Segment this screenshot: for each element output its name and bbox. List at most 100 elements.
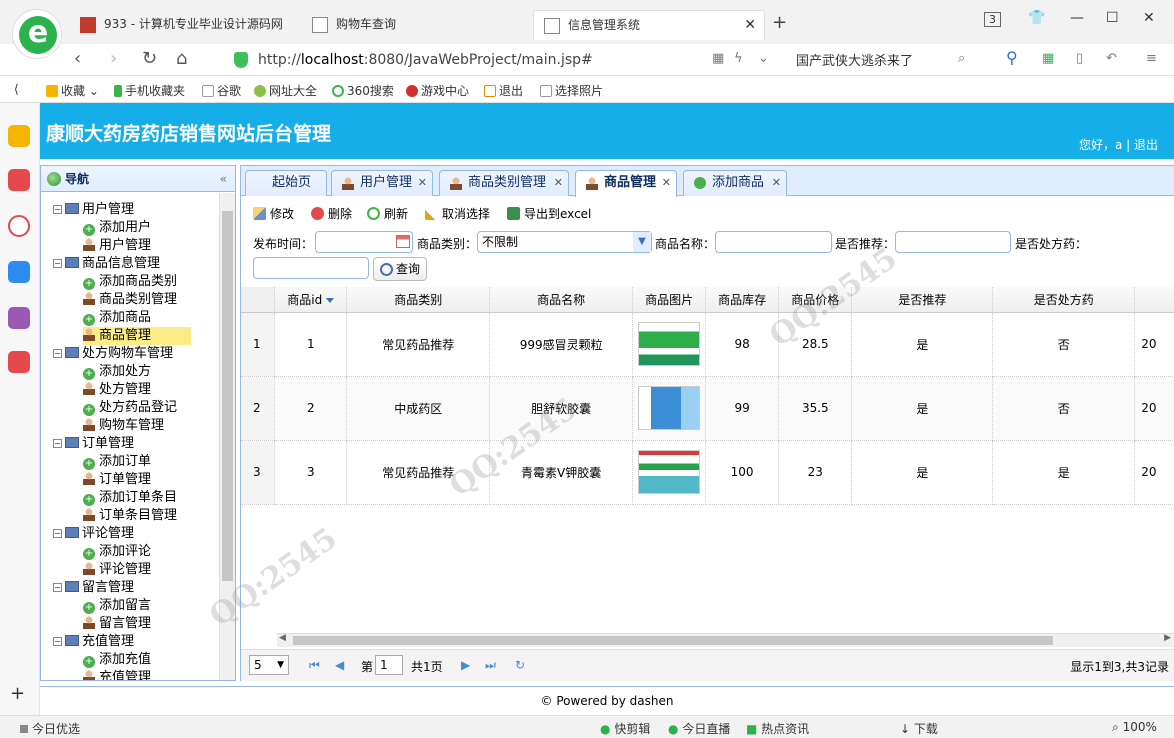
first-page-icon[interactable]: ⏮ [309, 658, 320, 673]
tree-leaf-node[interactable]: + 添加商品 [83, 309, 151, 327]
weibo-icon[interactable] [8, 215, 30, 237]
search-button[interactable]: 查询 [373, 257, 427, 281]
url-input[interactable]: http://localhost:8080/JavaWebProject/mai… [226, 47, 780, 73]
status-item[interactable]: ↓ 下载 [900, 720, 938, 737]
category-select[interactable]: 不限制 ▼ [477, 231, 652, 253]
column-header[interactable]: 商品id [274, 287, 348, 313]
column-header[interactable]: 商品名称 [489, 287, 634, 313]
last-page-icon[interactable]: ⏭ [485, 658, 496, 673]
mail-icon[interactable] [8, 261, 30, 283]
close-window-icon[interactable]: ✕ [1143, 10, 1155, 26]
page-size-select[interactable]: 5 ▼ [249, 655, 289, 675]
shirt-icon[interactable]: 👕 [1028, 10, 1045, 26]
browser-tab-2[interactable]: 购物车查询 [302, 10, 530, 40]
tree-leaf-node[interactable]: + 添加商品类别 [83, 273, 177, 291]
bookmark-item[interactable]: 游戏中心 [406, 82, 469, 99]
content-tab[interactable]: 商品管理 ✕ [575, 170, 677, 197]
next-page-icon[interactable]: ▶ [461, 658, 470, 672]
status-item[interactable]: ■ 热点资讯 [746, 720, 809, 737]
column-header[interactable]: 商品价格 [778, 287, 853, 313]
content-tab[interactable]: 起始页 [245, 170, 327, 196]
calendar-icon[interactable] [396, 235, 410, 248]
bookmark-item[interactable]: 360搜索 [332, 82, 394, 99]
collapse-icon[interactable]: « [220, 166, 227, 192]
tree-leaf-node[interactable]: 充值管理 [83, 669, 151, 680]
status-item[interactable]: ● 快剪辑 [600, 720, 650, 737]
tab-count-badge[interactable]: 3 [984, 12, 1001, 27]
recommend-input[interactable] [895, 231, 1011, 253]
browser-logo-icon[interactable]: e [12, 9, 62, 59]
collapse-toggle-icon[interactable]: − [53, 259, 62, 268]
scrollbar-thumb[interactable] [293, 636, 1053, 645]
bookmark-item[interactable]: 手机收藏夹 [114, 82, 185, 99]
table-row[interactable]: 2 2 中成药区 胆舒软胶囊 99 35.5 是否 20 [241, 376, 1174, 441]
tree-leaf-node[interactable]: 购物车管理 [83, 417, 164, 435]
close-tab-icon[interactable]: ✕ [772, 171, 781, 195]
news-icon[interactable] [8, 169, 30, 191]
grid-horizontal-scrollbar[interactable]: ◀ ▶ [277, 633, 1174, 647]
column-header[interactable] [1134, 287, 1174, 313]
name-input[interactable] [715, 231, 832, 253]
chevron-down-icon[interactable]: ▼ [633, 232, 651, 252]
close-tab-icon[interactable]: ✕ [662, 171, 671, 195]
unselect-button[interactable]: 取消选择 [425, 205, 490, 222]
tree-leaf-node[interactable]: + 添加留言 [83, 597, 151, 615]
collapse-toggle-icon[interactable]: − [53, 205, 62, 214]
delete-button[interactable]: 删除 [311, 205, 352, 222]
close-tab-icon[interactable]: ✕ [418, 171, 427, 195]
chevron-down-icon[interactable]: ⌄ [758, 51, 769, 66]
content-tab[interactable]: 用户管理 ✕ [331, 170, 433, 196]
tree-leaf-node[interactable]: + 处方药品登记 [83, 399, 177, 417]
tree-folder-node[interactable]: − 留言管理 [53, 579, 134, 597]
zoom-level[interactable]: ⌕ 100% [1112, 720, 1157, 735]
collapse-toggle-icon[interactable]: − [53, 583, 62, 592]
qr-icon[interactable]: ▦ [712, 51, 724, 66]
table-row[interactable]: 3 3 常见药品推荐 青霉素V钾胶囊 100 23 是是 20 [241, 440, 1174, 505]
bookmark-item[interactable]: 退出 [484, 82, 523, 99]
tree-folder-node[interactable]: − 评论管理 [53, 525, 134, 543]
minimize-icon[interactable]: — [1070, 10, 1084, 26]
tree-leaf-node[interactable]: 留言管理 [83, 615, 151, 633]
nav-scrollbar[interactable] [219, 193, 235, 680]
tree-leaf-node[interactable]: + 添加充值 [83, 651, 151, 669]
publish-time-input[interactable] [315, 231, 413, 253]
user-greeting-logout[interactable]: 您好，a | 退出 [1079, 136, 1158, 153]
tree-folder-node[interactable]: − 商品信息管理 [53, 255, 160, 273]
tree-leaf-node[interactable]: + 添加处方 [83, 363, 151, 381]
bookmark-item[interactable]: 网址大全 [254, 82, 317, 99]
search-icon[interactable]: ⌕ [958, 51, 965, 66]
home-icon[interactable]: ⌂ [176, 48, 187, 69]
refresh-button[interactable]: 刷新 [367, 205, 408, 222]
tree-folder-node[interactable]: − 订单管理 [53, 435, 134, 453]
tree-leaf-node[interactable]: 订单管理 [83, 471, 151, 489]
tree-leaf-node[interactable]: + 添加订单条目 [83, 489, 177, 507]
reload-icon[interactable]: ↻ [142, 48, 157, 69]
content-tab[interactable]: 添加商品 ✕ [683, 170, 787, 196]
search-engine-icon[interactable]: ⚲ [1006, 48, 1018, 67]
content-tab[interactable]: 商品类别管理 ✕ [439, 170, 569, 196]
column-header[interactable]: 商品库存 [705, 287, 780, 313]
bookmark-item[interactable]: 收藏 ⌄ [46, 82, 99, 99]
prescription-input[interactable] [253, 257, 369, 279]
collapse-toggle-icon[interactable]: − [53, 439, 62, 448]
collapse-toggle-icon[interactable]: − [53, 529, 62, 538]
search-suggestion[interactable]: 国产武侠大逃杀来了 [796, 50, 913, 69]
sidebar-toggle-icon[interactable]: ⟨ [14, 82, 19, 96]
close-tab-icon[interactable]: ✕ [554, 171, 563, 195]
tree-leaf-node[interactable]: 评论管理 [83, 561, 151, 579]
tree-leaf-node[interactable]: 商品管理 [83, 327, 192, 345]
new-tab-icon[interactable]: + [772, 12, 787, 33]
scroll-right-icon[interactable]: ▶ [1164, 633, 1171, 643]
undo-icon[interactable]: ↶ [1106, 51, 1117, 66]
lightning-icon[interactable]: ϟ [734, 51, 743, 66]
browser-tab-3[interactable]: 信息管理系统 ✕ [533, 10, 765, 40]
status-left-label[interactable]: 今日优选 [20, 720, 80, 737]
export-button[interactable]: 导出到excel [507, 205, 591, 222]
close-tab-icon[interactable]: ✕ [744, 11, 756, 39]
browser-tab-1[interactable]: 933 - 计算机专业毕业设计源码网 [70, 10, 300, 40]
tree-leaf-node[interactable]: + 添加订单 [83, 453, 151, 471]
comic-icon[interactable] [8, 307, 30, 329]
tree-leaf-node[interactable]: 商品类别管理 [83, 291, 177, 309]
table-row[interactable]: 1 1 常见药品推荐 999感冒灵颗粒 98 28.5 是否 20 [241, 312, 1174, 377]
column-header[interactable]: 商品类别 [346, 287, 491, 313]
